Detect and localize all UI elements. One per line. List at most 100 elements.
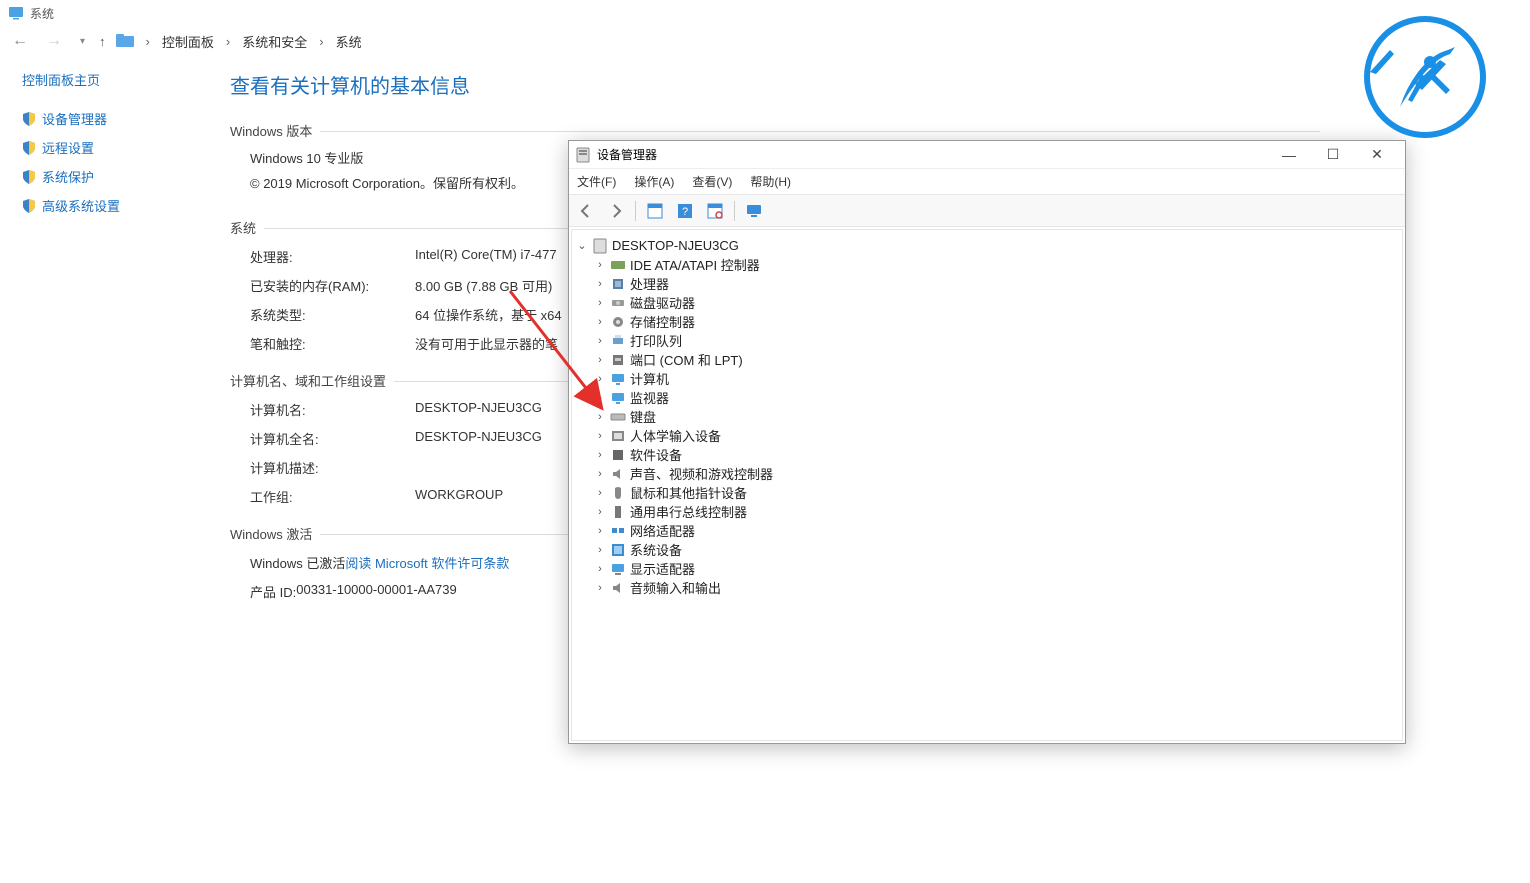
tree-node[interactable]: › 显示适配器 [576, 559, 1398, 578]
tree-node-label: 通用串行总线控制器 [630, 502, 747, 521]
breadcrumb-sep-icon: › [146, 34, 150, 49]
tree-node[interactable]: › 端口 (COM 和 LPT) [576, 350, 1398, 369]
minimize-button[interactable]: — [1267, 142, 1311, 168]
row-value: Intel(R) Core(TM) i7-477 [415, 247, 557, 266]
expand-icon[interactable]: › [594, 392, 606, 404]
shield-icon [22, 112, 36, 126]
sidebar-item-remote[interactable]: 远程设置 [22, 138, 220, 157]
expand-icon[interactable]: › [594, 506, 606, 518]
tree-node[interactable]: › 通用串行总线控制器 [576, 502, 1398, 521]
menu-view[interactable]: 查看(V) [692, 173, 732, 190]
nav-recent-icon[interactable]: ▾ [76, 36, 89, 47]
sidebar-home-link[interactable]: 控制面板主页 [22, 70, 220, 89]
row-key: 工作组: [250, 487, 415, 506]
dm-titlebar[interactable]: 设备管理器 — ☐ ✕ [569, 141, 1405, 169]
toolbar-forward-icon[interactable] [603, 199, 629, 223]
menu-file[interactable]: 文件(F) [577, 173, 616, 190]
toolbar-separator [734, 201, 735, 221]
tree-node-label: 显示适配器 [630, 559, 695, 578]
tree-node[interactable]: ›存储控制器 [576, 312, 1398, 331]
hid-icon [610, 428, 626, 444]
sidebar-item-label: 高级系统设置 [42, 196, 120, 215]
tree-node[interactable]: › 打印队列 [576, 331, 1398, 350]
row-value: 没有可用于此显示器的笔 [415, 334, 558, 353]
breadcrumb-item[interactable]: 系统 [336, 32, 362, 51]
monitor-icon [610, 371, 626, 387]
expand-icon[interactable]: › [594, 411, 606, 423]
sidebar-item-label: 设备管理器 [42, 109, 107, 128]
row-value: WORKGROUP [415, 487, 503, 506]
expand-icon[interactable]: › [594, 449, 606, 461]
dm-tree[interactable]: ⌄ DESKTOP-NJEU3CG ›IDE ATA/ATAPI 控制器›处理器… [571, 229, 1403, 741]
expand-icon[interactable]: › [594, 335, 606, 347]
nav-row: ← → ▾ ↑ › 控制面板 › 系统和安全 › 系统 [0, 26, 1530, 56]
sidebar-item-device-manager[interactable]: 设备管理器 [22, 109, 220, 128]
expand-icon[interactable]: › [594, 373, 606, 385]
row-value: 64 位操作系统，基于 x64 [415, 305, 562, 324]
computer-icon [592, 238, 608, 254]
tree-root[interactable]: ⌄ DESKTOP-NJEU3CG [576, 236, 1398, 255]
breadcrumb-item[interactable]: 系统和安全 [242, 32, 307, 51]
expand-icon[interactable]: › [594, 354, 606, 366]
activation-status: Windows 已激活 [250, 553, 345, 572]
toolbar-scan-icon[interactable] [702, 199, 728, 223]
tree-node[interactable]: ›软件设备 [576, 445, 1398, 464]
menu-action[interactable]: 操作(A) [634, 173, 674, 190]
monitor-icon [610, 390, 626, 406]
expand-icon[interactable]: › [594, 278, 606, 290]
usb-icon [610, 504, 626, 520]
shield-icon [22, 199, 36, 213]
gear-icon [610, 314, 626, 330]
close-button[interactable]: ✕ [1355, 142, 1399, 168]
nav-up-icon[interactable]: ↑ [99, 34, 106, 49]
tree-node[interactable]: ›监视器 [576, 388, 1398, 407]
breadcrumb-item[interactable]: 控制面板 [162, 32, 214, 51]
expand-icon[interactable]: › [594, 259, 606, 271]
tree-node[interactable]: › 磁盘驱动器 [576, 293, 1398, 312]
kbd-icon [610, 409, 626, 425]
tree-node[interactable]: ›处理器 [576, 274, 1398, 293]
maximize-button[interactable]: ☐ [1311, 142, 1355, 168]
nav-forward-icon[interactable]: → [42, 32, 66, 50]
sidebar-item-advanced[interactable]: 高级系统设置 [22, 196, 220, 215]
device-manager-window: 设备管理器 — ☐ ✕ 文件(F) 操作(A) 查看(V) 帮助(H) ? ⌄ … [568, 140, 1406, 744]
tree-node[interactable]: ›系统设备 [576, 540, 1398, 559]
system-icon [8, 5, 24, 21]
collapse-icon[interactable]: ⌄ [576, 239, 588, 252]
toolbar-help-icon[interactable]: ? [672, 199, 698, 223]
tree-node-label: 端口 (COM 和 LPT) [630, 350, 743, 369]
expand-icon[interactable]: › [594, 525, 606, 537]
expand-icon[interactable]: › [594, 468, 606, 480]
section-windows-version: Windows 版本 [230, 121, 1410, 140]
expand-icon[interactable]: › [594, 563, 606, 575]
expand-icon[interactable]: › [594, 582, 606, 594]
expand-icon[interactable]: › [594, 316, 606, 328]
printer-icon [610, 333, 626, 349]
expand-icon[interactable]: › [594, 544, 606, 556]
menu-help[interactable]: 帮助(H) [750, 173, 791, 190]
tree-node[interactable]: ›键盘 [576, 407, 1398, 426]
tree-node-label: 鼠标和其他指针设备 [630, 483, 747, 502]
sidebar-item-protection[interactable]: 系统保护 [22, 167, 220, 186]
tree-node[interactable]: › 鼠标和其他指针设备 [576, 483, 1398, 502]
toolbar-properties-icon[interactable] [642, 199, 668, 223]
net-icon [610, 523, 626, 539]
tree-node[interactable]: ›声音、视频和游戏控制器 [576, 464, 1398, 483]
toolbar-monitor-icon[interactable] [741, 199, 767, 223]
tree-node-label: 磁盘驱动器 [630, 293, 695, 312]
expand-icon[interactable]: › [594, 487, 606, 499]
tree-node[interactable]: ›音频输入和输出 [576, 578, 1398, 597]
tree-node[interactable]: ›IDE ATA/ATAPI 控制器 [576, 255, 1398, 274]
activation-license-link[interactable]: 阅读 Microsoft 软件许可条款 [345, 553, 509, 572]
dm-toolbar: ? [569, 195, 1405, 227]
expand-icon[interactable]: › [594, 430, 606, 442]
expand-icon[interactable]: › [594, 297, 606, 309]
tree-node[interactable]: ›计算机 [576, 369, 1398, 388]
display-icon [610, 561, 626, 577]
nav-back-icon[interactable]: ← [8, 32, 32, 50]
tree-node-label: 打印队列 [630, 331, 682, 350]
dm-title: 设备管理器 [597, 146, 657, 163]
tree-node[interactable]: ›网络适配器 [576, 521, 1398, 540]
toolbar-back-icon[interactable] [573, 199, 599, 223]
tree-node[interactable]: ›人体学输入设备 [576, 426, 1398, 445]
